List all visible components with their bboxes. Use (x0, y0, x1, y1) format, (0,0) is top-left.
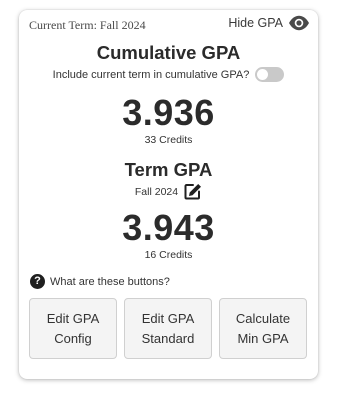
edit-icon[interactable] (184, 183, 202, 200)
hide-gpa-button[interactable]: Hide GPA (228, 15, 310, 31)
current-term-label: Current Term: Fall 2024 (29, 18, 146, 32)
include-term-toggle[interactable] (255, 67, 285, 82)
hide-gpa-label: Hide GPA (228, 16, 283, 30)
term-gpa-value: 3.943 (122, 207, 215, 248)
help-label: What are these buttons? (50, 275, 170, 288)
edit-gpa-standard-button[interactable]: Edit GPA Standard (124, 298, 212, 359)
cumulative-gpa-title: Cumulative GPA (96, 42, 241, 63)
question-circle-icon[interactable]: ? (30, 274, 45, 289)
term-gpa-title: Term GPA (124, 159, 213, 180)
toggle-knob (257, 69, 269, 80)
action-buttons: Edit GPA Config Edit GPA Standard Calcul… (29, 298, 307, 359)
cumulative-gpa-value: 3.936 (122, 92, 215, 133)
term-name: Fall 2024 (134, 185, 179, 198)
term-credits: 16 Credits (144, 249, 193, 261)
eye-icon[interactable] (288, 15, 310, 31)
gpa-card: Current Term: Fall 2024 Hide GPA Cumulat… (19, 10, 318, 379)
include-term-toggle-label: Include current term in cumulative GPA? (52, 68, 250, 81)
edit-gpa-config-button[interactable]: Edit GPA Config (29, 298, 117, 359)
cumulative-credits: 33 Credits (144, 134, 193, 146)
term-row: Fall 2024 (19, 183, 318, 200)
calculate-min-gpa-button[interactable]: Calculate Min GPA (219, 298, 307, 359)
include-term-toggle-row: Include current term in cumulative GPA? (19, 67, 318, 82)
help-link[interactable]: ? What are these buttons? (30, 274, 170, 289)
